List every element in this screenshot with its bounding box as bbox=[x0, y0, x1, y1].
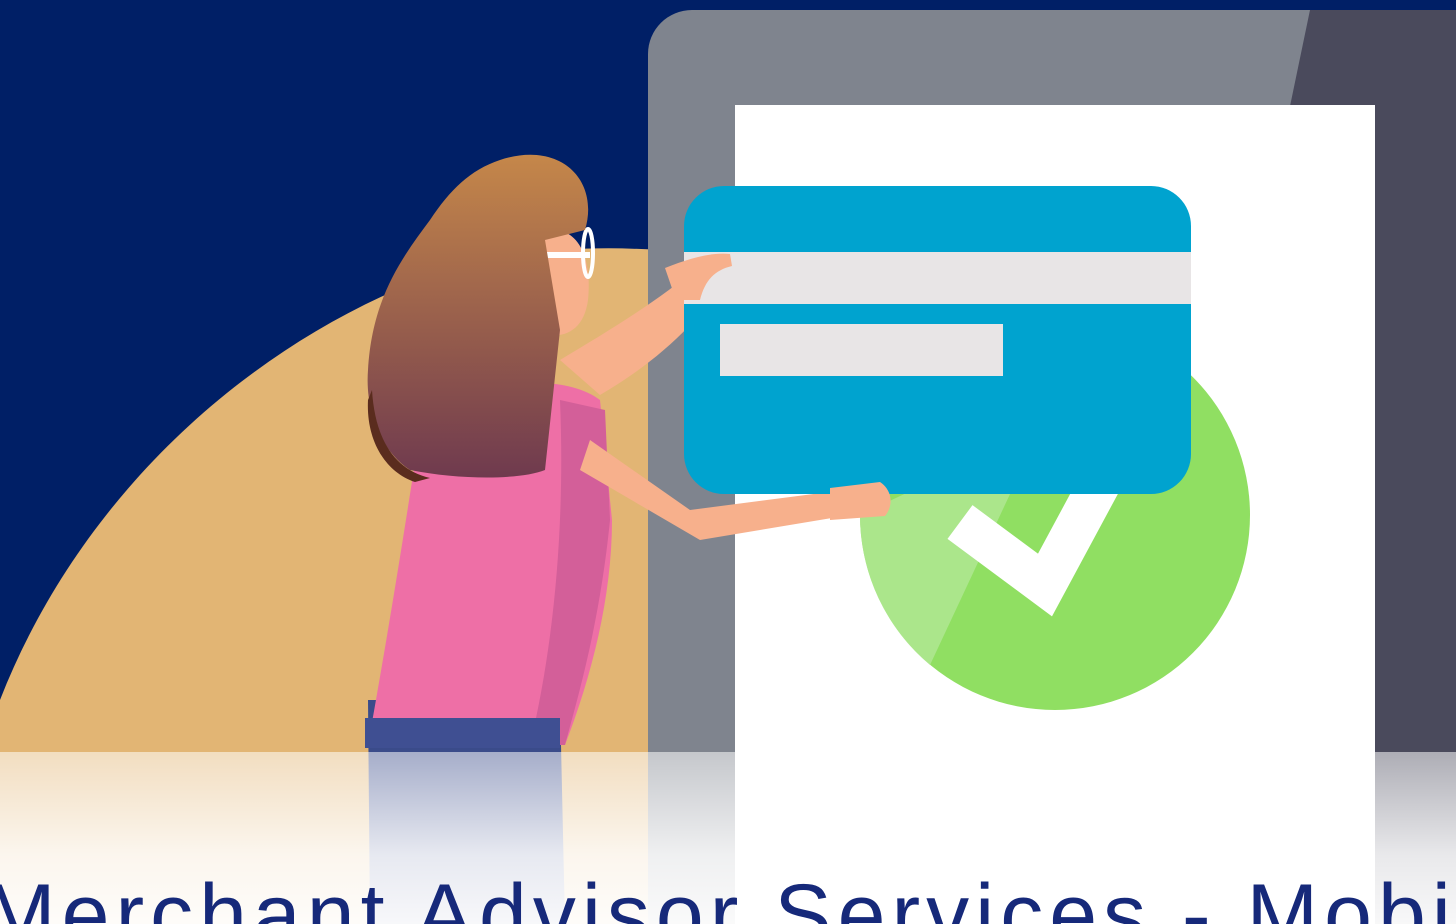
holding-hand bbox=[830, 482, 891, 520]
banner-caption: Merchant Advisor Services - Mobile Payme… bbox=[0, 867, 1456, 924]
hero-banner: Merchant Advisor Services - Mobile Payme… bbox=[0, 0, 1456, 924]
credit-card-icon bbox=[684, 186, 1191, 494]
